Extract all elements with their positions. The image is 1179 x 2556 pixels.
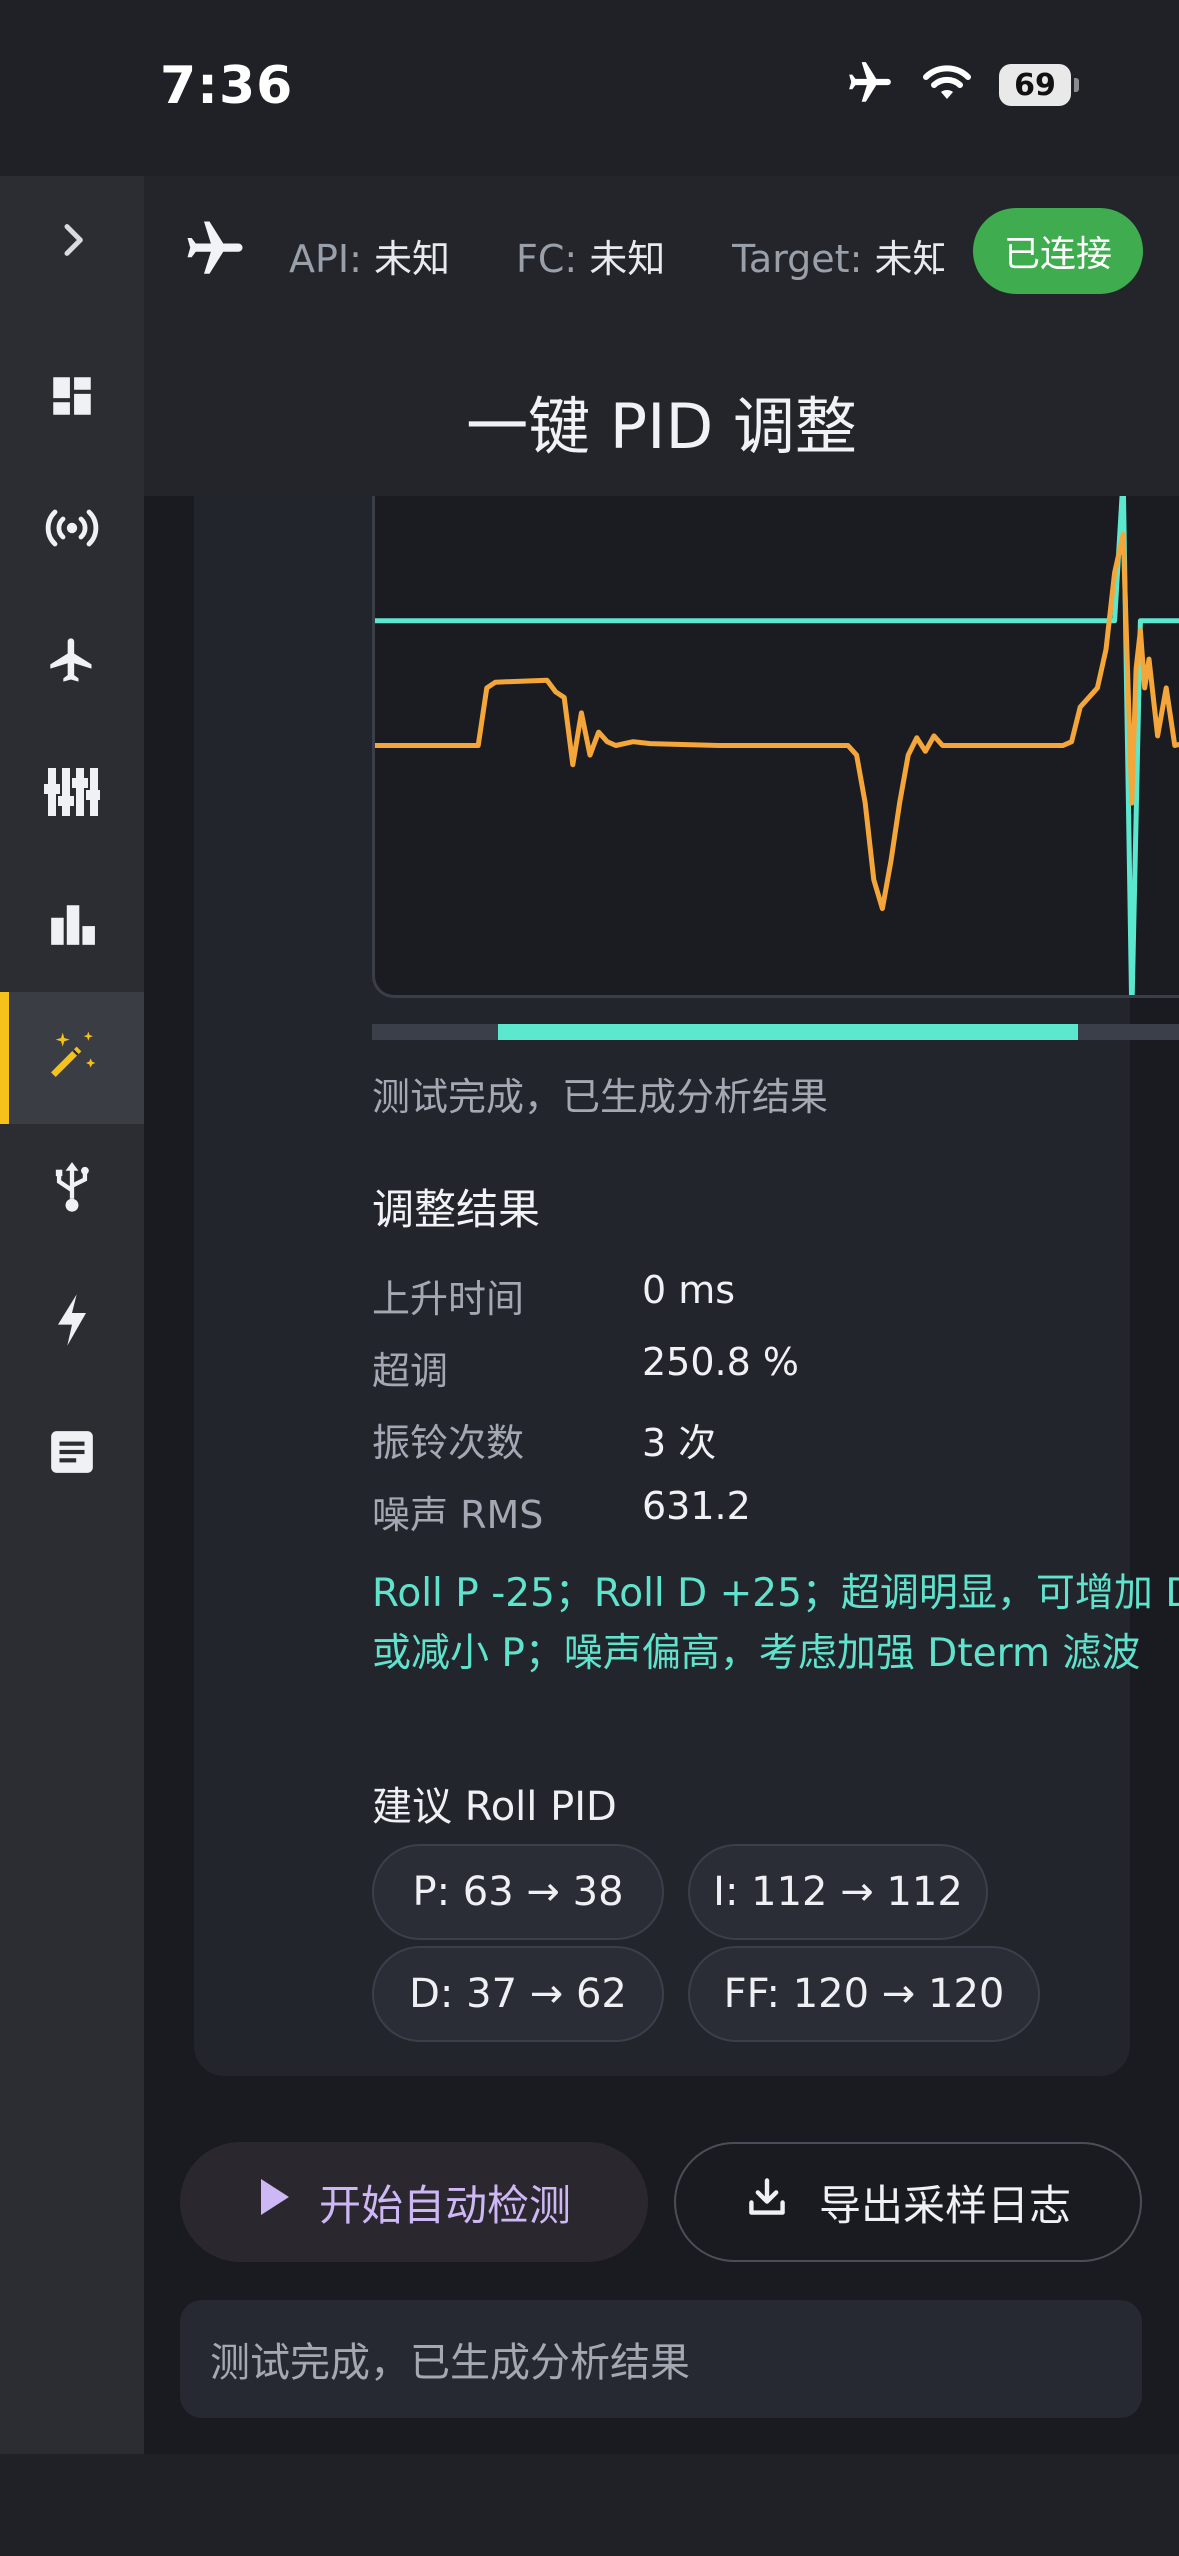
connection-status-row: API: 未知 FC: 未知 Target: 未知 已连接 [144, 176, 1179, 324]
api-version-value: 未知 [374, 237, 451, 281]
metric-noise-label: 噪声 RMS [372, 1493, 544, 1537]
sidebar-expand-button[interactable] [0, 176, 144, 308]
log-output: 测试完成，已生成分析结果 [180, 2300, 1142, 2418]
document-icon [47, 1427, 97, 1481]
status-time: 7:36 [160, 56, 294, 116]
sidebar-item-auto-tune[interactable] [0, 992, 144, 1124]
connected-button[interactable]: 已连接 [973, 208, 1143, 294]
download-icon [745, 2175, 789, 2229]
progress-bar [372, 1024, 1179, 1040]
sidebar-item-dashboard[interactable] [0, 332, 144, 464]
airplane-mode-icon [845, 58, 895, 112]
progress-fill [498, 1024, 1078, 1040]
export-log-button[interactable]: 导出采样日志 [674, 2142, 1142, 2262]
dashboard-icon [47, 371, 97, 425]
step-response-chart [372, 496, 1179, 998]
start-auto-detect-button[interactable]: 开始自动检测 [180, 2142, 648, 2262]
battery-icon: 69 [999, 64, 1079, 106]
pid-chip-i: I: 112 → 112 [688, 1844, 988, 1940]
magic-wand-icon [44, 1028, 100, 1088]
metric-rise-time-label: 上升时间 [372, 1277, 525, 1321]
status-bar: 7:36 69 [0, 0, 1179, 176]
metric-overshoot-value: 250.8 % [642, 1340, 799, 1384]
target-value: 未知 [874, 237, 944, 281]
page-title: 一键 PID 调整 [466, 390, 857, 463]
battery-level: 69 [999, 64, 1071, 106]
start-auto-detect-label: 开始自动检测 [318, 2180, 571, 2230]
usb-icon [49, 1160, 95, 1220]
airplane-icon [46, 634, 98, 690]
header: API: 未知 FC: 未知 Target: 未知 已连接 一键 PID 调整 [144, 176, 1179, 496]
metric-ringing-label: 振铃次数 [372, 1421, 525, 1465]
status-icons: 69 [845, 58, 1079, 112]
bar-chart-icon [47, 899, 97, 953]
sidebar-item-charts[interactable] [0, 860, 144, 992]
broadcast-icon [44, 508, 100, 552]
export-log-label: 导出采样日志 [818, 2180, 1071, 2230]
target-info: Target: 未知 [732, 228, 944, 283]
metric-overshoot-label: 超调 [372, 1349, 449, 1393]
play-icon [257, 2177, 291, 2227]
aircraft-icon [182, 216, 248, 286]
bolt-icon [52, 1292, 92, 1352]
chart-svg [375, 496, 1179, 995]
pid-chip-p: P: 63 → 38 [372, 1844, 664, 1940]
suggested-pid-title: 建议 Roll PID [372, 1784, 617, 1830]
sidebar-item-logs[interactable] [0, 1388, 144, 1520]
metric-ringing-value: 3 次 [642, 1421, 717, 1465]
metric-rise-time-value: 0 ms [642, 1268, 736, 1312]
fc-version-value: 未知 [589, 237, 666, 281]
pid-chip-ff: FF: 120 → 120 [688, 1946, 1040, 2042]
metric-noise-value: 631.2 [642, 1484, 751, 1528]
sidebar-item-tuning[interactable] [0, 728, 144, 860]
sidebar [0, 176, 144, 2454]
wifi-icon [921, 63, 973, 107]
fc-version: FC: 未知 [516, 237, 666, 281]
sidebar-item-receiver[interactable] [0, 464, 144, 596]
sliders-icon [44, 766, 100, 822]
pid-chip-d: D: 37 → 62 [372, 1946, 664, 2042]
chevron-right-icon [52, 220, 92, 264]
api-version: API: 未知 [289, 237, 451, 281]
results-section-title: 调整结果 [372, 1185, 541, 1234]
bottom-bar [0, 2454, 1179, 2556]
tuning-advice: Roll P -25；Roll D +25；超调明显，可增加 D 或减小 P；噪… [372, 1571, 1179, 1676]
test-status-text: 测试完成，已生成分析结果 [372, 1075, 829, 1119]
sidebar-item-usb[interactable] [0, 1124, 144, 1256]
sidebar-item-aircraft[interactable] [0, 596, 144, 728]
gyro-response-series-line [375, 531, 1179, 912]
sidebar-item-power[interactable] [0, 1256, 144, 1388]
